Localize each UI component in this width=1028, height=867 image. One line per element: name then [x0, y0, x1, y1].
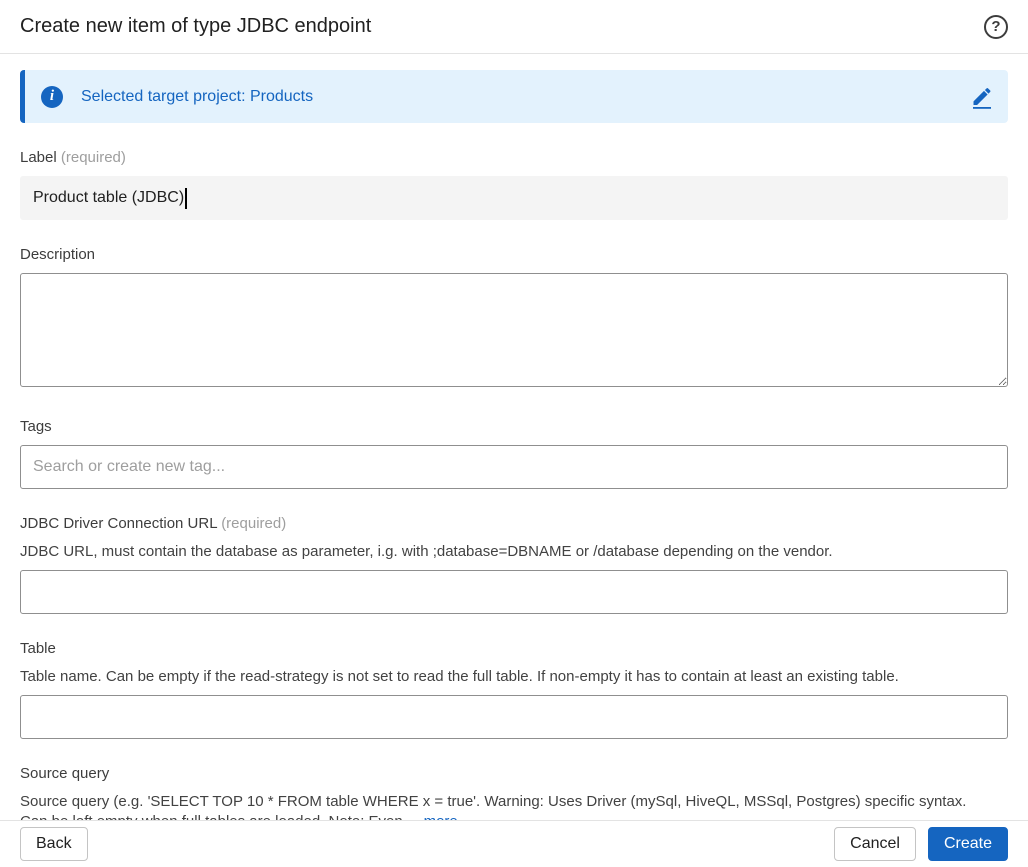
jdbc-url-label-text: JDBC Driver Connection URL [20, 515, 218, 532]
source-query-field: Source query Source query (e.g. 'SELECT … [20, 765, 1008, 820]
text-caret [185, 187, 188, 209]
source-query-helper-line1: Source query (e.g. 'SELECT TOP 10 * FROM… [20, 793, 967, 810]
jdbc-url-input[interactable] [20, 570, 1008, 614]
jdbc-url-field: JDBC Driver Connection URL (required) JD… [20, 515, 1008, 614]
label-required-suffix: (required) [60, 149, 126, 166]
tags-field: Tags [20, 418, 1008, 489]
description-field: Description [20, 246, 1008, 392]
back-button[interactable]: Back [20, 827, 88, 861]
jdbc-url-required-suffix: (required) [221, 515, 287, 532]
table-helper-text: Table name. Can be empty if the read-str… [20, 668, 899, 685]
label-field-label: Label (required) [20, 149, 1008, 166]
tags-input[interactable] [20, 445, 1008, 489]
dialog-header: Create new item of type JDBC endpoint ? [0, 0, 1028, 54]
target-project-banner: i Selected target project: Products [20, 70, 1008, 123]
table-field-label: Table [20, 640, 56, 657]
label-input[interactable]: Product table (JDBC) [20, 176, 1008, 220]
label-field: Label (required) Product table (JDBC) [20, 149, 1008, 220]
label-field-label-text: Label [20, 149, 57, 166]
description-textarea[interactable] [20, 273, 1008, 387]
help-icon[interactable]: ? [984, 14, 1008, 39]
create-button[interactable]: Create [927, 827, 1008, 861]
table-input[interactable] [20, 695, 1008, 739]
dialog-footer: Back Cancel Create [0, 820, 1028, 867]
dialog-content: i Selected target project: Products Labe… [0, 54, 1028, 820]
edit-project-icon[interactable] [970, 85, 994, 109]
label-input-value: Product table (JDBC) [33, 189, 185, 206]
jdbc-url-field-label: JDBC Driver Connection URL (required) [20, 515, 1008, 532]
more-link[interactable]: more [424, 813, 458, 820]
dialog-title: Create new item of type JDBC endpoint [20, 15, 372, 37]
jdbc-url-helper-text: JDBC URL, must contain the database as p… [20, 543, 833, 560]
source-query-helper-text: Source query (e.g. 'SELECT TOP 10 * FROM… [20, 792, 1008, 820]
source-query-helper-line2: Can be left empty when full tables are l… [20, 813, 419, 820]
create-item-dialog: Create new item of type JDBC endpoint ? … [0, 0, 1028, 867]
source-query-field-label: Source query [20, 765, 110, 782]
table-field: Table Table name. Can be empty if the re… [20, 640, 1008, 739]
target-project-text: Selected target project: Products [81, 87, 314, 105]
description-field-label: Description [20, 246, 96, 263]
tags-field-label: Tags [20, 418, 52, 435]
cancel-button[interactable]: Cancel [834, 827, 916, 861]
info-icon: i [41, 85, 63, 108]
